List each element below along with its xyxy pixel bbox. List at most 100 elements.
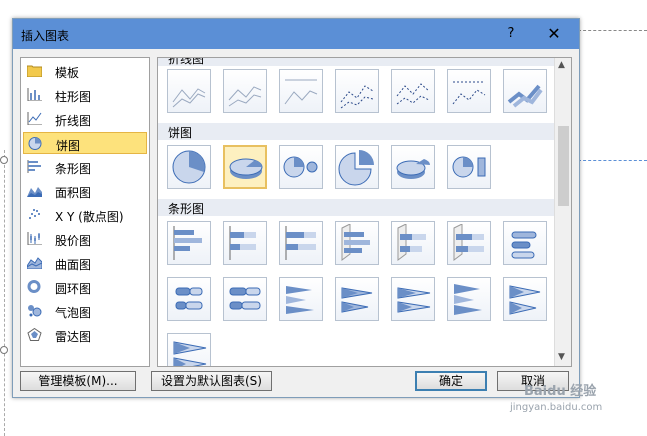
pie-chart-icon xyxy=(283,156,318,178)
dialog-titlebar[interactable]: 插入图表 ? ✕ xyxy=(13,19,579,49)
chart-type-100-stacked-bar[interactable] xyxy=(279,221,323,265)
chart-type-pie-of-pie[interactable] xyxy=(279,145,323,189)
scroll-up-arrow-icon[interactable]: ▲ xyxy=(558,60,565,70)
category-item-area[interactable]: 面积图 xyxy=(23,180,147,202)
category-item-pie[interactable]: 饼图 xyxy=(23,132,147,154)
ok-button[interactable]: 确定 xyxy=(415,371,487,391)
category-label: 模板 xyxy=(55,66,80,80)
chart-type-stacked-line[interactable] xyxy=(223,69,267,113)
chart-type-gallery: 折线图 饼图 条形图 ▲ ▼ xyxy=(157,57,572,367)
bar-chart-icon xyxy=(397,224,426,261)
chart-type-bar-of-pie[interactable] xyxy=(447,145,491,189)
set-default-chart-button[interactable]: 设置为默认图表(S) xyxy=(151,371,272,391)
bar-chart-icon xyxy=(285,226,316,260)
folder-icon xyxy=(27,65,42,77)
chart-type-stacked-bar[interactable] xyxy=(223,221,267,265)
bar-chart-icon xyxy=(175,287,203,310)
scroll-down-arrow-icon[interactable]: ▼ xyxy=(558,352,565,362)
category-item-doughnut[interactable]: 圆环图 xyxy=(23,276,147,298)
category-label: 雷达图 xyxy=(55,330,92,344)
area-chart-icon xyxy=(27,187,42,197)
line-chart-icon xyxy=(27,112,42,125)
bar-chart-icon xyxy=(341,224,370,261)
resize-handle[interactable] xyxy=(0,156,8,164)
chart-type-3d-clustered-bar[interactable] xyxy=(335,221,379,265)
dialog-title: 插入图表 xyxy=(21,29,70,43)
gallery-scrollbar[interactable]: ▲ ▼ xyxy=(554,58,571,366)
chart-type-3d-stacked-bar[interactable] xyxy=(391,221,435,265)
radar-chart-icon xyxy=(27,328,42,341)
category-item-templates[interactable]: 模板 xyxy=(23,60,147,82)
chart-type-stacked-line-markers[interactable] xyxy=(391,69,435,113)
pie-chart-icon xyxy=(452,156,486,178)
chart-type-stacked-horizontal-pyramid[interactable] xyxy=(503,277,547,321)
section-header-bar: 条形图 xyxy=(158,199,554,216)
line-chart-icon xyxy=(172,88,206,108)
chart-type-exploded-pie[interactable] xyxy=(335,145,379,189)
chart-type-100-stacked-horizontal-pyramid[interactable] xyxy=(167,333,211,366)
category-label: 圆环图 xyxy=(55,282,92,296)
section-header-pie: 饼图 xyxy=(158,123,554,140)
bar-chart-icon xyxy=(286,286,314,314)
chart-type-clustered-horizontal-cone[interactable] xyxy=(279,277,323,321)
pie-chart-icon xyxy=(396,159,431,179)
category-label: 柱形图 xyxy=(55,90,92,104)
stock-chart-icon xyxy=(27,232,42,245)
resize-handle[interactable] xyxy=(0,346,8,354)
background-dashed-border xyxy=(4,150,5,436)
category-item-line[interactable]: 折线图 xyxy=(23,108,147,130)
chart-type-100-stacked-line[interactable] xyxy=(279,69,323,113)
pie-chart-icon xyxy=(28,137,42,150)
doughnut-chart-icon xyxy=(27,280,41,293)
chart-type-3d-line[interactable] xyxy=(503,69,547,113)
category-label: 面积图 xyxy=(55,186,92,200)
category-item-radar[interactable]: 雷达图 xyxy=(23,324,147,346)
chart-type-line[interactable] xyxy=(167,69,211,113)
insert-chart-dialog: 插入图表 ? ✕ 模板 柱形图 折线图 饼图 条形图 面积图 X Y (散点图)… xyxy=(12,18,580,398)
category-item-scatter[interactable]: X Y (散点图) xyxy=(23,204,147,226)
chart-type-3d-exploded-pie[interactable] xyxy=(391,145,435,189)
line-chart-icon xyxy=(340,85,374,109)
category-label: 股价图 xyxy=(55,234,92,248)
line-chart-icon xyxy=(452,81,486,105)
chart-type-100-stacked-horizontal-cone[interactable] xyxy=(391,277,435,321)
chart-type-pie[interactable] xyxy=(167,145,211,189)
manage-templates-button[interactable]: 管理模板(M)... xyxy=(20,371,136,391)
category-label: 条形图 xyxy=(55,162,92,176)
scrollbar-thumb[interactable] xyxy=(558,126,569,206)
category-item-bar[interactable]: 条形图 xyxy=(23,156,147,178)
bar-chart-icon xyxy=(454,284,482,315)
category-label: 饼图 xyxy=(56,139,81,153)
chart-type-horizontal-pyramid[interactable] xyxy=(447,277,491,321)
category-item-column[interactable]: 柱形图 xyxy=(23,84,147,106)
chart-category-list: 模板 柱形图 折线图 饼图 条形图 面积图 X Y (散点图) 股价图 曲面图 … xyxy=(20,57,150,367)
chart-type-line-markers[interactable] xyxy=(335,69,379,113)
close-button[interactable]: ✕ xyxy=(539,23,569,45)
category-item-bubble[interactable]: 气泡图 xyxy=(23,300,147,322)
bar-chart-icon xyxy=(27,160,41,173)
chart-type-stacked-horizontal-cylinder[interactable] xyxy=(167,277,211,321)
scatter-chart-icon xyxy=(29,209,40,219)
pie-chart-icon xyxy=(338,150,374,186)
bar-chart-icon xyxy=(397,287,431,313)
chart-type-3d-100-stacked-bar[interactable] xyxy=(447,221,491,265)
bar-chart-icon xyxy=(453,224,484,261)
help-button[interactable]: ? xyxy=(499,23,523,45)
category-label: 曲面图 xyxy=(55,258,92,272)
category-label: X Y (散点图) xyxy=(55,210,124,224)
pie-chart-icon xyxy=(172,150,206,184)
chart-type-3d-pie[interactable] xyxy=(223,145,267,189)
chart-type-clustered-horizontal-cylinder[interactable] xyxy=(503,221,547,265)
chart-type-clustered-bar[interactable] xyxy=(167,221,211,265)
bar-chart-icon xyxy=(229,226,256,260)
category-item-surface[interactable]: 曲面图 xyxy=(23,252,147,274)
line-chart-icon xyxy=(507,84,543,108)
line-chart-icon xyxy=(228,86,262,107)
bar-chart-icon xyxy=(173,226,202,260)
category-item-stock[interactable]: 股价图 xyxy=(23,228,147,250)
watermark-url: jingyan.baidu.com xyxy=(510,402,603,413)
chart-type-100-stacked-horizontal-cylinder[interactable] xyxy=(223,277,267,321)
chart-type-100-line-markers[interactable] xyxy=(447,69,491,113)
bar-chart-icon xyxy=(341,287,373,313)
chart-type-stacked-horizontal-cone[interactable] xyxy=(335,277,379,321)
